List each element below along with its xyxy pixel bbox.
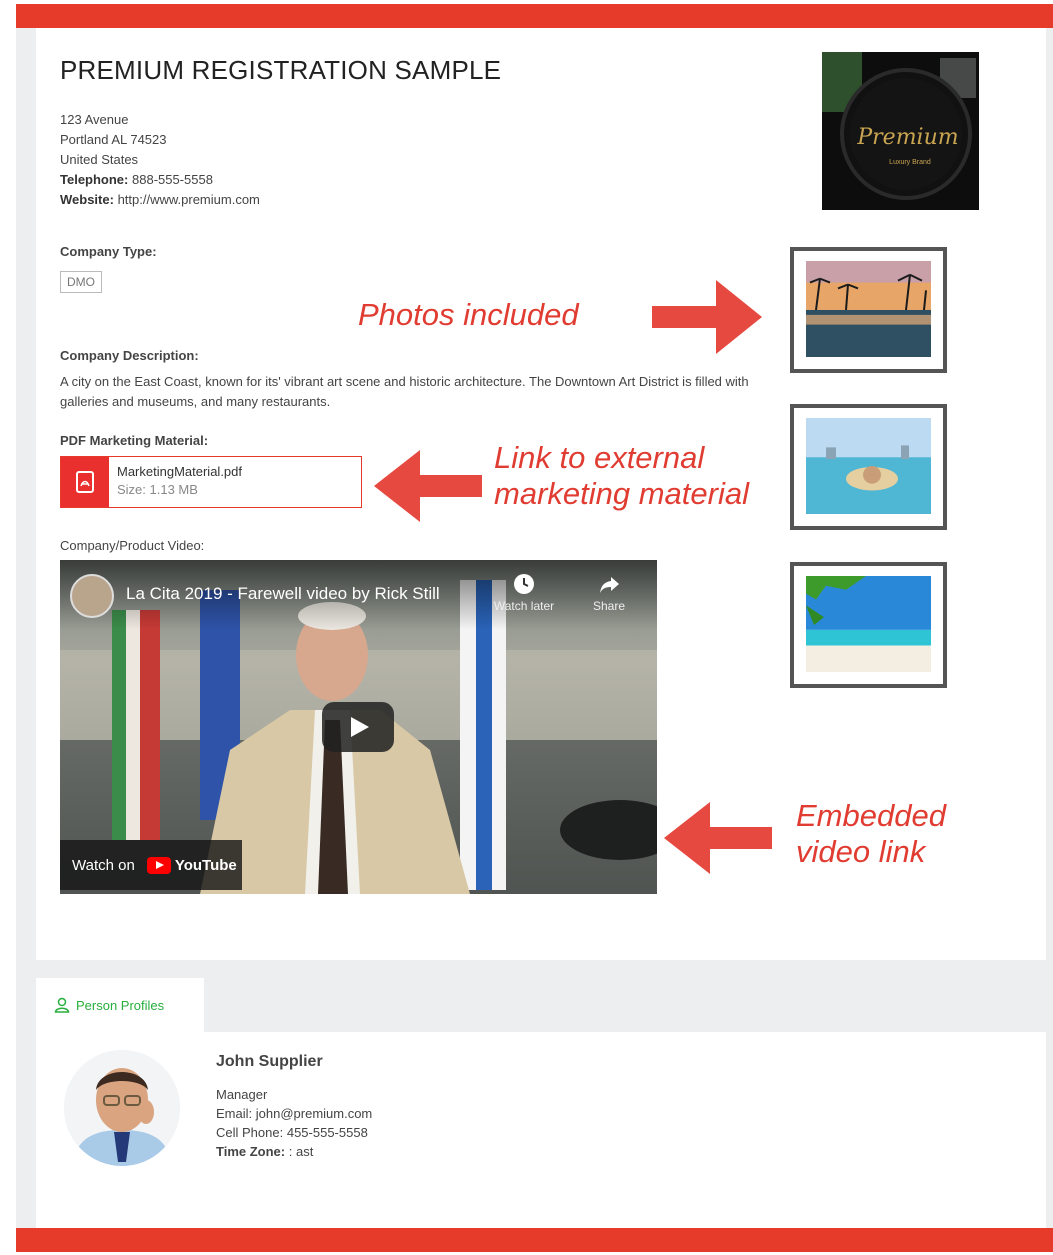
website-label: Website: (60, 192, 114, 207)
annotation-video: Embedded video link (796, 798, 946, 870)
company-type-label: Company Type: (60, 244, 157, 259)
watch-later-button[interactable]: Watch later (484, 572, 564, 613)
annotation-link-line1: Link to external (494, 440, 705, 475)
youtube-logo: YouTube (146, 856, 237, 874)
company-description-label: Company Description: (60, 348, 199, 363)
watch-later-label: Watch later (493, 599, 555, 613)
person-profile-card (36, 1032, 1046, 1212)
avatar (64, 1050, 180, 1166)
youtube-icon (146, 856, 171, 874)
address-line1: 123 Avenue (60, 112, 129, 127)
bottom-accent-bar (16, 1228, 1053, 1252)
person-phone-row: Cell Phone: 455-555-5558 (216, 1123, 372, 1142)
top-accent-bar (16, 4, 1053, 28)
arrow-left-video-icon (664, 802, 772, 874)
photo-tropical-beach (806, 576, 931, 672)
telephone-label: Telephone: (60, 172, 129, 187)
right-frame (1046, 28, 1053, 1228)
tab-person-profiles[interactable]: Person Profiles (36, 978, 204, 1032)
page-title: PREMIUM REGISTRATION SAMPLE (60, 55, 502, 85)
photo-thumbnail-1[interactable] (790, 247, 947, 373)
person-role: Manager (216, 1087, 268, 1102)
person-icon (54, 997, 70, 1013)
share-label: Share (592, 599, 626, 613)
photo-thumbnail-3[interactable] (790, 562, 947, 688)
play-icon (351, 717, 369, 737)
person-name: John Supplier (216, 1053, 323, 1070)
pdf-download-link[interactable]: MarketingMaterial.pdf Size: 1.13 MB (60, 456, 362, 508)
company-description-text: A city on the East Coast, known for its'… (60, 374, 749, 409)
video-section-label: Company/Product Video: (60, 538, 205, 553)
person-timezone-label: Time Zone: (216, 1144, 286, 1159)
annotation-link: Link to external marketing material (494, 440, 749, 512)
person-phone: 455-555-5558 (286, 1125, 368, 1140)
photo-beach-hat (806, 418, 931, 514)
company-address: 123 Avenue Portland AL 74523 United Stat… (60, 110, 260, 210)
video-title[interactable]: La Cita 2019 - Farewell video by Rick St… (126, 584, 440, 604)
watch-on-label: Watch on (72, 856, 135, 874)
avatar-photo (64, 1050, 180, 1166)
person-details: Manager Email: john@premium.com Cell Pho… (216, 1085, 372, 1161)
person-phone-label: Cell Phone: (216, 1125, 284, 1140)
arrow-left-icon (374, 450, 482, 522)
person-email-label: Email: (216, 1106, 253, 1121)
share-button[interactable]: Share (569, 572, 649, 613)
company-type-badge: DMO (60, 271, 102, 293)
annotation-video-line2: video link (796, 834, 926, 869)
logo-wordmark: Premium (856, 125, 958, 150)
annotation-photos: Photos included (358, 297, 579, 332)
address-line2: Portland AL 74523 (60, 132, 167, 147)
person-timezone-row: Time Zone: : ast (216, 1142, 372, 1161)
logo-subtext: Luxury Brand (889, 159, 931, 166)
pdf-file-size: Size: 1.13 MB (117, 482, 198, 497)
pdf-info: MarketingMaterial.pdf Size: 1.13 MB (109, 457, 250, 507)
annotation-video-line1: Embedded (796, 798, 946, 833)
play-button[interactable] (322, 702, 394, 752)
youtube-wordmark: YouTube (174, 856, 237, 874)
arrow-right-icon (652, 280, 762, 354)
company-logo: Premium Luxury Brand (822, 52, 979, 210)
photo-thumbnail-2[interactable] (790, 404, 947, 530)
website-row: Website: http://www.premium.com (60, 190, 260, 210)
website-link[interactable]: http://www.premium.com (118, 192, 260, 207)
photo-pool-sunset (806, 261, 931, 357)
logo-graphic: Premium Luxury Brand (822, 52, 979, 210)
left-frame (16, 28, 36, 1228)
channel-avatar[interactable] (70, 574, 114, 618)
person-email[interactable]: john@premium.com (256, 1106, 373, 1121)
person-email-row: Email: john@premium.com (216, 1104, 372, 1123)
pdf-file-name: MarketingMaterial.pdf (117, 464, 242, 479)
pdf-icon (61, 457, 109, 507)
pdf-section-label: PDF Marketing Material: (60, 433, 209, 448)
person-timezone: : ast (288, 1144, 314, 1159)
address-country: United States (60, 152, 139, 167)
share-icon (600, 577, 619, 593)
clock-icon (514, 574, 534, 594)
watch-on-youtube-button[interactable]: Watch on YouTube (60, 840, 242, 890)
tab-person-profiles-label: Person Profiles (76, 997, 165, 1013)
telephone-value: 888-555-5558 (132, 172, 213, 187)
annotation-link-line2: marketing material (494, 476, 749, 511)
telephone-row: Telephone: 888-555-5558 (60, 170, 260, 190)
